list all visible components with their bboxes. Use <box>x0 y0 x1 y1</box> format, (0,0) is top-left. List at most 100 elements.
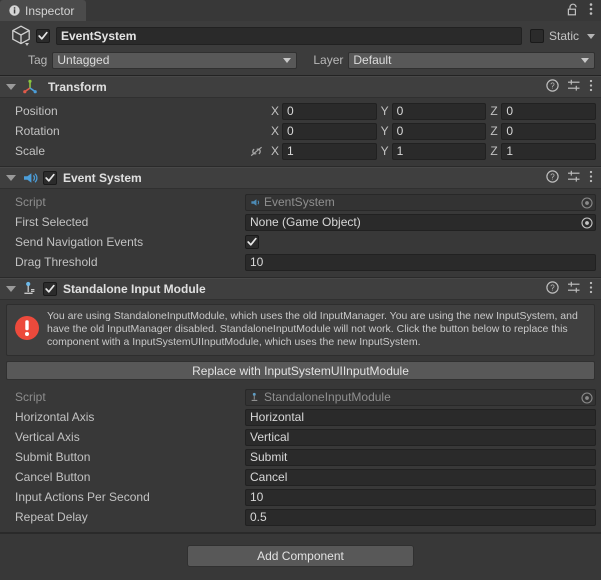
position-z-input[interactable]: 0 <box>501 102 597 120</box>
svg-text:?: ? <box>550 284 555 293</box>
foldout-arrow-event-system-icon[interactable] <box>6 175 16 181</box>
kebab-menu-icon[interactable] <box>589 281 593 297</box>
component-header-event-system[interactable]: Event System ? <box>0 167 601 189</box>
row-horizontal-axis: Horizontal Axis Horizontal <box>0 407 596 427</box>
event-system-icon <box>21 170 39 186</box>
add-component-label: Add Component <box>257 549 344 563</box>
component-title-standalone-input-module: Standalone Input Module <box>63 282 206 296</box>
gameobject-header: EventSystem Static Tag Untagged Layer De… <box>0 21 601 76</box>
preset-icon[interactable] <box>567 79 581 95</box>
standalone-input-module-properties: Script StandaloneInputModule Horizontal … <box>0 386 601 532</box>
row-send-navigation-events: Send Navigation Events <box>0 232 596 252</box>
static-checkbox[interactable] <box>529 29 544 43</box>
preset-icon[interactable] <box>567 170 581 186</box>
transform-properties: Position X 0 Y 0 Z 0 Rotation X 0 Y 0 Z <box>0 98 601 166</box>
add-component-button[interactable]: Add Component <box>187 545 414 567</box>
repeat-delay-input[interactable]: 0.5 <box>245 508 596 526</box>
component-header-transform[interactable]: Transform ? <box>0 76 601 98</box>
row-vertical-axis: Vertical Axis Vertical <box>0 427 596 447</box>
rotation-x-input[interactable]: 0 <box>282 122 377 140</box>
scale-x-input[interactable]: 1 <box>282 142 377 160</box>
static-dropdown-chevron-down-icon[interactable] <box>587 33 595 39</box>
link-off-icon[interactable] <box>245 145 267 158</box>
foldout-arrow-standalone-input-module-icon[interactable] <box>6 286 16 292</box>
joystick-icon <box>21 281 39 297</box>
kebab-menu-icon[interactable] <box>589 79 593 95</box>
rotation-y-input[interactable]: 0 <box>391 122 487 140</box>
static-toggle-group: Static <box>529 29 595 43</box>
layer-value: Default <box>353 53 392 67</box>
axis-label-x: X <box>271 104 280 118</box>
gameobject-tag-layer-row: Tag Untagged Layer Default <box>6 50 595 70</box>
submit-button-input[interactable]: Submit <box>245 448 596 466</box>
gameobject-name-input[interactable]: EventSystem <box>56 27 522 45</box>
svg-text:?: ? <box>550 173 555 182</box>
tab-inspector[interactable]: Inspector <box>0 0 87 21</box>
component-event-system: Event System ? Script EventSystem First … <box>0 167 601 278</box>
axis-label-y: Y <box>380 104 389 118</box>
row-repeat-delay: Repeat Delay 0.5 <box>0 507 596 527</box>
first-selected-objectfield[interactable]: None (Game Object) <box>245 213 596 231</box>
event-system-enabled-checkbox[interactable] <box>43 171 57 185</box>
foldout-arrow-transform-icon[interactable] <box>6 84 16 90</box>
object-picker-icon <box>580 196 593 209</box>
transform-gizmo-icon <box>21 79 39 95</box>
chevron-down-icon <box>283 58 292 63</box>
label-submit-button: Submit Button <box>15 450 91 464</box>
layer-label: Layer <box>313 53 344 67</box>
object-picker-icon[interactable] <box>580 216 593 229</box>
help-icon[interactable]: ? <box>546 281 559 297</box>
cancel-button-input[interactable]: Cancel <box>245 468 596 486</box>
row-rotation: Rotation X 0 Y 0 Z 0 <box>0 121 597 141</box>
drag-threshold-input[interactable]: 10 <box>245 253 596 271</box>
static-label: Static <box>548 29 579 43</box>
tab-inspector-label: Inspector <box>25 3 75 18</box>
tag-value: Untagged <box>57 53 110 67</box>
label-position: Position <box>15 104 58 118</box>
axis-label-y: Y <box>380 144 389 158</box>
row-submit-button: Submit Button Submit <box>0 447 596 467</box>
script-objectfield: StandaloneInputModule <box>245 388 596 406</box>
scale-y-input[interactable]: 1 <box>391 142 487 160</box>
component-header-standalone-input-module[interactable]: Standalone Input Module ? <box>0 278 601 300</box>
script-objectfield: EventSystem <box>245 193 596 211</box>
preset-icon[interactable] <box>567 281 581 297</box>
help-icon[interactable]: ? <box>546 79 559 95</box>
info-icon <box>9 5 20 16</box>
vertical-axis-input[interactable]: Vertical <box>245 428 596 446</box>
vector3-scale: X 1 Y 1 Z 1 <box>245 142 597 160</box>
component-title-transform: Transform <box>48 80 107 94</box>
tag-dropdown[interactable]: Untagged <box>52 51 298 69</box>
label-drag-threshold: Drag Threshold <box>15 255 98 269</box>
chevron-down-icon <box>581 58 589 63</box>
replace-with-inputsystemuiinputmodule-button[interactable]: Replace with InputSystemUIInputModule <box>6 361 595 380</box>
error-icon <box>14 315 40 344</box>
help-icon[interactable]: ? <box>546 170 559 186</box>
object-picker-icon <box>580 391 593 404</box>
component-title-event-system: Event System <box>63 171 142 185</box>
cube-icon[interactable] <box>6 24 36 48</box>
row-input-actions-per-second: Input Actions Per Second 10 <box>0 487 596 507</box>
kebab-menu-icon[interactable] <box>589 170 593 186</box>
position-y-input[interactable]: 0 <box>391 102 487 120</box>
send-navigation-events-checkbox[interactable] <box>245 235 259 249</box>
input-module-warning-helpbox: You are using StandaloneInputModule, whi… <box>6 304 595 356</box>
horizontal-axis-input[interactable]: Horizontal <box>245 408 596 426</box>
tag-label: Tag <box>28 53 48 67</box>
label-scale: Scale <box>15 144 46 158</box>
row-drag-threshold: Drag Threshold 10 <box>0 252 596 272</box>
axis-label-x: X <box>271 144 280 158</box>
script-joystick-icon <box>250 392 261 403</box>
kebab-menu-icon[interactable] <box>589 2 593 19</box>
row-first-selected: First Selected None (Game Object) <box>0 212 596 232</box>
label-horizontal-axis: Horizontal Axis <box>15 410 95 424</box>
gameobject-enabled-checkbox[interactable] <box>36 29 50 43</box>
rotation-z-input[interactable]: 0 <box>501 122 597 140</box>
lock-open-icon[interactable] <box>567 3 579 19</box>
standalone-input-module-enabled-checkbox[interactable] <box>43 282 57 296</box>
input-actions-per-second-input[interactable]: 10 <box>245 488 596 506</box>
scale-z-input[interactable]: 1 <box>501 142 597 160</box>
script-value: StandaloneInputModule <box>264 390 391 404</box>
position-x-input[interactable]: 0 <box>282 102 377 120</box>
layer-dropdown[interactable]: Default <box>348 51 595 69</box>
